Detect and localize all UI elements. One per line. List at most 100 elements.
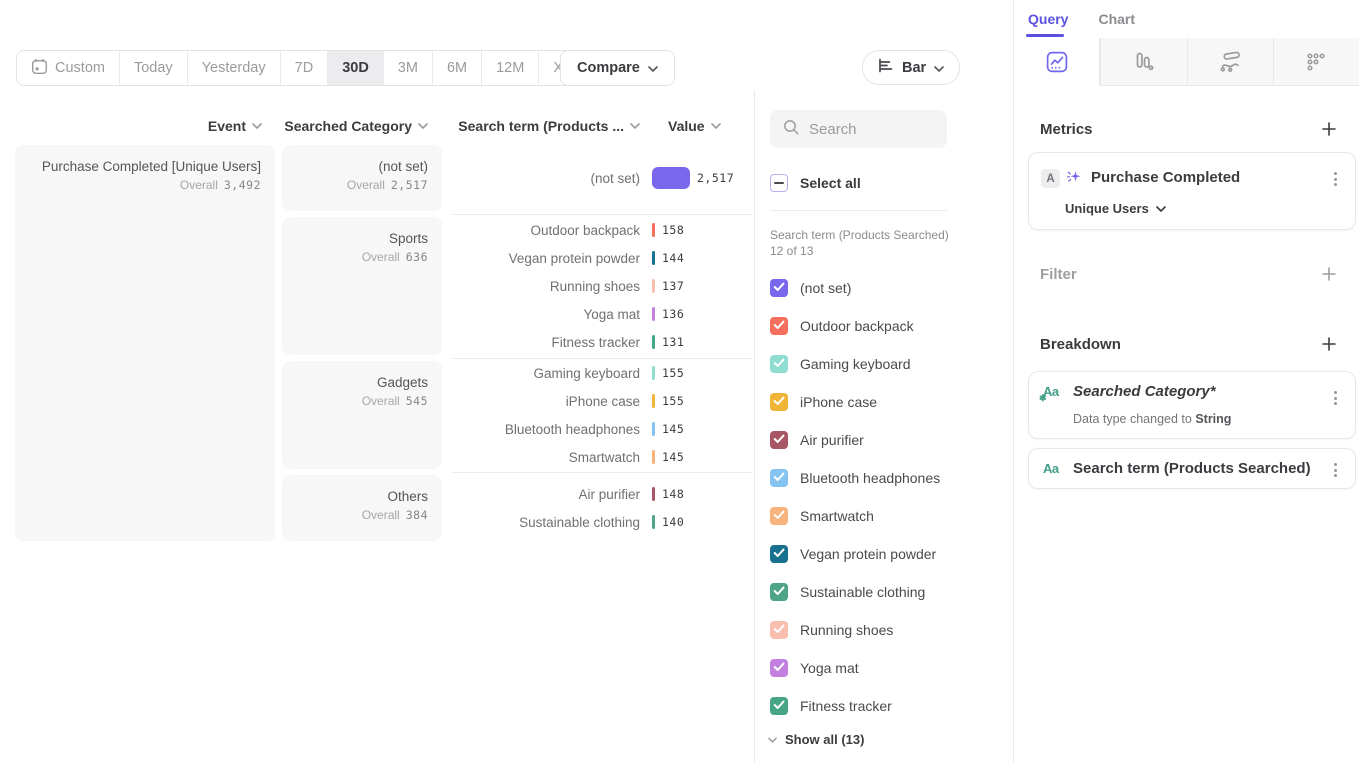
- category-cell[interactable]: Sports Overall636: [282, 217, 442, 355]
- value-bar[interactable]: [652, 394, 655, 408]
- search-term-label: Yoga mat: [450, 307, 640, 322]
- category-cell[interactable]: (not set) Overall2,517: [282, 145, 442, 211]
- date-range-30d[interactable]: 30D: [327, 51, 383, 85]
- legend-item[interactable]: Vegan protein powder: [770, 544, 936, 564]
- add-breakdown-button[interactable]: [1319, 334, 1339, 354]
- query-panel: Query Chart Metrics A: [1013, 0, 1359, 762]
- legend-item[interactable]: Running shoes: [770, 620, 893, 640]
- legend-checkbox[interactable]: [770, 317, 788, 335]
- date-range-6m[interactable]: 6M: [432, 51, 481, 85]
- legend-item[interactable]: (not set): [770, 278, 851, 298]
- value-bar[interactable]: [652, 366, 655, 380]
- value-bar[interactable]: [652, 422, 655, 436]
- legend-search[interactable]: [770, 110, 947, 148]
- legend-checkbox[interactable]: [770, 279, 788, 297]
- event-cell[interactable]: Purchase Completed [Unique Users] Overal…: [15, 145, 275, 541]
- legend-item[interactable]: Fitness tracker: [770, 696, 892, 716]
- value-bar[interactable]: [652, 515, 655, 529]
- compare-button[interactable]: Compare: [560, 50, 675, 86]
- date-range-today[interactable]: Today: [119, 51, 187, 85]
- legend-item[interactable]: Bluetooth headphones: [770, 468, 940, 488]
- tab-chart[interactable]: Chart: [1098, 11, 1135, 27]
- search-term-row[interactable]: Smartwatch 145: [450, 443, 750, 471]
- value-bar[interactable]: [652, 450, 655, 464]
- aggregation-selector[interactable]: Unique Users: [1065, 201, 1166, 216]
- metric-card[interactable]: A Purchase Completed Unique Users: [1028, 152, 1356, 230]
- legend-item[interactable]: Air purifier: [770, 430, 864, 450]
- legend-checkbox[interactable]: [770, 393, 788, 411]
- date-range-control: CustomTodayYesterday7D30D3M6M12MXTD: [16, 50, 614, 86]
- search-term-row[interactable]: Gaming keyboard 155: [450, 359, 750, 387]
- legend-item-label: iPhone case: [800, 394, 877, 410]
- value-text: 148: [662, 487, 684, 501]
- legend-checkbox[interactable]: [770, 507, 788, 525]
- breakdown-card-search-term[interactable]: Aa Search term (Products Searched): [1028, 448, 1356, 489]
- value-bar[interactable]: [652, 167, 690, 189]
- breakdown-options-kebab[interactable]: [1325, 386, 1345, 410]
- value-bar[interactable]: [652, 251, 655, 265]
- tab-query[interactable]: Query: [1028, 11, 1068, 27]
- legend-item[interactable]: Yoga mat: [770, 658, 859, 678]
- search-term-row[interactable]: Vegan protein powder 144: [450, 244, 750, 272]
- chart-type-button[interactable]: Bar: [862, 50, 960, 85]
- legend-checkbox[interactable]: [770, 583, 788, 601]
- value-text: 155: [662, 394, 684, 408]
- add-filter-button[interactable]: [1319, 264, 1339, 284]
- category-cell[interactable]: Gadgets Overall545: [282, 361, 442, 469]
- add-metric-button[interactable]: [1319, 119, 1339, 139]
- tab-retention[interactable]: [1273, 38, 1359, 86]
- category-name: Sports: [296, 229, 428, 248]
- breakdown-card-searched-category[interactable]: Aa✱ Searched Category* Data type changed…: [1028, 371, 1356, 439]
- legend-item[interactable]: Smartwatch: [770, 506, 874, 526]
- select-all-row[interactable]: Select all: [770, 174, 861, 192]
- legend-item[interactable]: Sustainable clothing: [770, 582, 925, 602]
- legend-checkbox[interactable]: [770, 621, 788, 639]
- legend-group-label: Search term (Products Searched) 12 of 13: [770, 227, 955, 259]
- legend-item[interactable]: iPhone case: [770, 392, 877, 412]
- legend-checkbox[interactable]: [770, 545, 788, 563]
- legend-item-label: Air purifier: [800, 432, 864, 448]
- tab-funnels[interactable]: [1100, 38, 1186, 86]
- value-bar[interactable]: [652, 487, 655, 501]
- date-range-custom[interactable]: Custom: [17, 51, 119, 85]
- tab-flows[interactable]: [1187, 38, 1273, 86]
- search-term-row[interactable]: Bluetooth headphones 145: [450, 415, 750, 443]
- date-range-7d[interactable]: 7D: [280, 51, 328, 85]
- metric-options-kebab[interactable]: [1325, 167, 1345, 191]
- show-all-link[interactable]: Show all (13): [768, 732, 864, 747]
- date-range-12m[interactable]: 12M: [481, 51, 538, 85]
- breakdown-options-kebab[interactable]: [1325, 458, 1345, 482]
- check-icon: [773, 583, 785, 601]
- legend-item[interactable]: Outdoor backpack: [770, 316, 914, 336]
- legend-item[interactable]: Gaming keyboard: [770, 354, 911, 374]
- legend-item-label: (not set): [800, 280, 851, 296]
- category-cell[interactable]: Others Overall384: [282, 475, 442, 541]
- legend-checkbox[interactable]: [770, 355, 788, 373]
- value-bar[interactable]: [652, 279, 655, 293]
- value-bar[interactable]: [652, 335, 655, 349]
- column-header-search-term[interactable]: Search term (Products ...: [450, 115, 640, 137]
- column-header-searched-category[interactable]: Searched Category: [282, 115, 428, 137]
- value-bar[interactable]: [652, 223, 655, 237]
- legend-checkbox[interactable]: [770, 431, 788, 449]
- search-input[interactable]: [809, 121, 929, 138]
- legend-checkbox[interactable]: [770, 659, 788, 677]
- search-term-row[interactable]: Air purifier 148: [450, 480, 750, 508]
- search-term-row[interactable]: Running shoes 137: [450, 272, 750, 300]
- tab-insights[interactable]: [1014, 38, 1100, 86]
- column-header-value[interactable]: Value: [668, 115, 748, 137]
- search-term-row[interactable]: (not set) 2,517: [450, 164, 750, 192]
- search-term-row[interactable]: Sustainable clothing 140: [450, 508, 750, 536]
- value-bar[interactable]: [652, 307, 655, 321]
- search-icon: [782, 118, 800, 141]
- search-term-row[interactable]: Fitness tracker 131: [450, 328, 750, 356]
- legend-checkbox[interactable]: [770, 697, 788, 715]
- date-range-yesterday[interactable]: Yesterday: [187, 51, 280, 85]
- date-range-3m[interactable]: 3M: [383, 51, 432, 85]
- search-term-row[interactable]: iPhone case 155: [450, 387, 750, 415]
- column-header-event[interactable]: Event: [15, 115, 262, 137]
- select-all-checkbox[interactable]: [770, 174, 788, 192]
- legend-checkbox[interactable]: [770, 469, 788, 487]
- search-term-row[interactable]: Yoga mat 136: [450, 300, 750, 328]
- search-term-row[interactable]: Outdoor backpack 158: [450, 216, 750, 244]
